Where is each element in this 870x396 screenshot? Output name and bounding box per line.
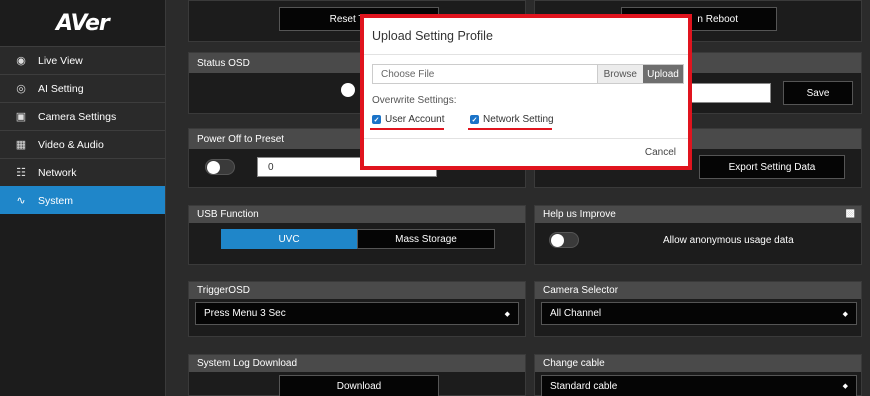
sidebar-item-video-audio[interactable]: ▦ Video & Audio <box>0 130 165 158</box>
file-chooser[interactable]: Choose File Browse Upload <box>372 64 684 84</box>
camera-selector-panel: Camera Selector All Channel ◆ <box>534 281 862 337</box>
panel-header: TriggerOSD <box>189 282 525 299</box>
download-log-button[interactable]: Download <box>279 375 439 396</box>
sidebar-item-camera-settings[interactable]: ▣ Camera Settings <box>0 102 165 130</box>
sidebar-item-label: Live View <box>38 54 83 67</box>
pulse-icon: ∿ <box>16 195 26 207</box>
sidebar-item-live-view[interactable]: ◉ Live View <box>0 46 165 74</box>
select-arrow-icon: ◆ <box>842 310 848 318</box>
sidebar-item-network[interactable]: ☷ Network <box>0 158 165 186</box>
select-arrow-icon: ◆ <box>842 383 848 390</box>
user-account-checkbox[interactable]: ✓ User Account <box>372 114 444 125</box>
uvc-button[interactable]: UVC <box>221 229 357 249</box>
export-setting-button[interactable]: Export Setting Data <box>699 155 845 179</box>
usb-function-panel: USB Function UVC Mass Storage <box>188 205 526 265</box>
sidebar-item-label: System <box>38 194 74 207</box>
checkbox-label: Network Setting <box>483 114 554 125</box>
dialog-divider <box>364 138 688 139</box>
checkbox-checked-icon: ✓ <box>372 115 381 124</box>
video-audio-icon: ▦ <box>15 139 27 151</box>
image-icon: ▣ <box>15 111 27 123</box>
trigger-osd-select[interactable]: Press Menu 3 Sec ◆ <box>195 302 519 325</box>
sidebar-item-label: AI Setting <box>38 82 84 95</box>
change-cable-panel: Change cable Standard cable ◆ <box>534 354 862 396</box>
panel-header: Help us Improve ▩ <box>535 206 861 223</box>
camera-selector-select[interactable]: All Channel ◆ <box>541 302 857 325</box>
browse-button[interactable]: Browse <box>596 65 643 83</box>
panel-header: USB Function <box>189 206 525 223</box>
ai-target-icon: ◎ <box>16 83 26 95</box>
sidebar-item-ai-setting[interactable]: ◎ AI Setting <box>0 74 165 102</box>
anonymous-data-label: Allow anonymous usage data <box>663 235 794 246</box>
sidebar-item-label: Network <box>38 166 77 179</box>
info-icon[interactable]: ▩ <box>846 208 855 219</box>
sidebar-item-system[interactable]: ∿ System <box>0 186 165 214</box>
network-icon: ☷ <box>16 167 26 179</box>
anonymous-data-toggle[interactable] <box>549 232 579 248</box>
select-value: Standard cable <box>550 380 618 392</box>
select-value: Press Menu 3 Sec <box>204 308 286 319</box>
select-arrow-icon: ◆ <box>504 310 510 318</box>
sidebar-item-label: Camera Settings <box>38 110 117 123</box>
sidebar: AVer ◉ Live View ◎ AI Setting ▣ Camera S… <box>0 0 166 396</box>
panel-header-label: Help us Improve <box>543 209 616 220</box>
dialog-title: Upload Setting Profile <box>372 29 493 43</box>
checkbox-label: User Account <box>385 114 445 125</box>
help-improve-panel: Help us Improve ▩ Allow anonymous usage … <box>534 205 862 265</box>
save-button[interactable]: Save <box>783 81 853 105</box>
cancel-button[interactable]: Cancel <box>645 147 676 158</box>
panel-header: System Log Download <box>189 355 525 372</box>
power-off-toggle[interactable] <box>205 159 235 175</box>
eye-icon: ◉ <box>16 55 26 67</box>
dialog-divider <box>364 54 688 55</box>
file-placeholder: Choose File <box>381 68 435 80</box>
upload-setting-profile-dialog: Upload Setting Profile Choose File Brows… <box>360 14 692 170</box>
overwrite-settings-label: Overwrite Settings: <box>372 95 457 106</box>
upload-button[interactable]: Upload <box>643 65 683 83</box>
status-osd-toggle-knob[interactable] <box>341 83 355 97</box>
trigger-osd-panel: TriggerOSD Press Menu 3 Sec ◆ <box>188 281 526 337</box>
panel-header: Camera Selector <box>535 282 861 299</box>
aver-logo: AVer <box>56 10 110 36</box>
sidebar-item-label: Video & Audio <box>38 138 104 151</box>
highlight-underline <box>370 128 444 130</box>
change-cable-select[interactable]: Standard cable ◆ <box>541 375 857 396</box>
network-setting-checkbox[interactable]: ✓ Network Setting <box>470 114 554 125</box>
system-log-panel: System Log Download Download <box>188 354 526 396</box>
mass-storage-button[interactable]: Mass Storage <box>357 229 495 249</box>
select-value: All Channel <box>550 308 602 319</box>
highlight-underline <box>468 128 552 130</box>
panel-header: Change cable <box>535 355 861 372</box>
checkbox-checked-icon: ✓ <box>470 115 479 124</box>
